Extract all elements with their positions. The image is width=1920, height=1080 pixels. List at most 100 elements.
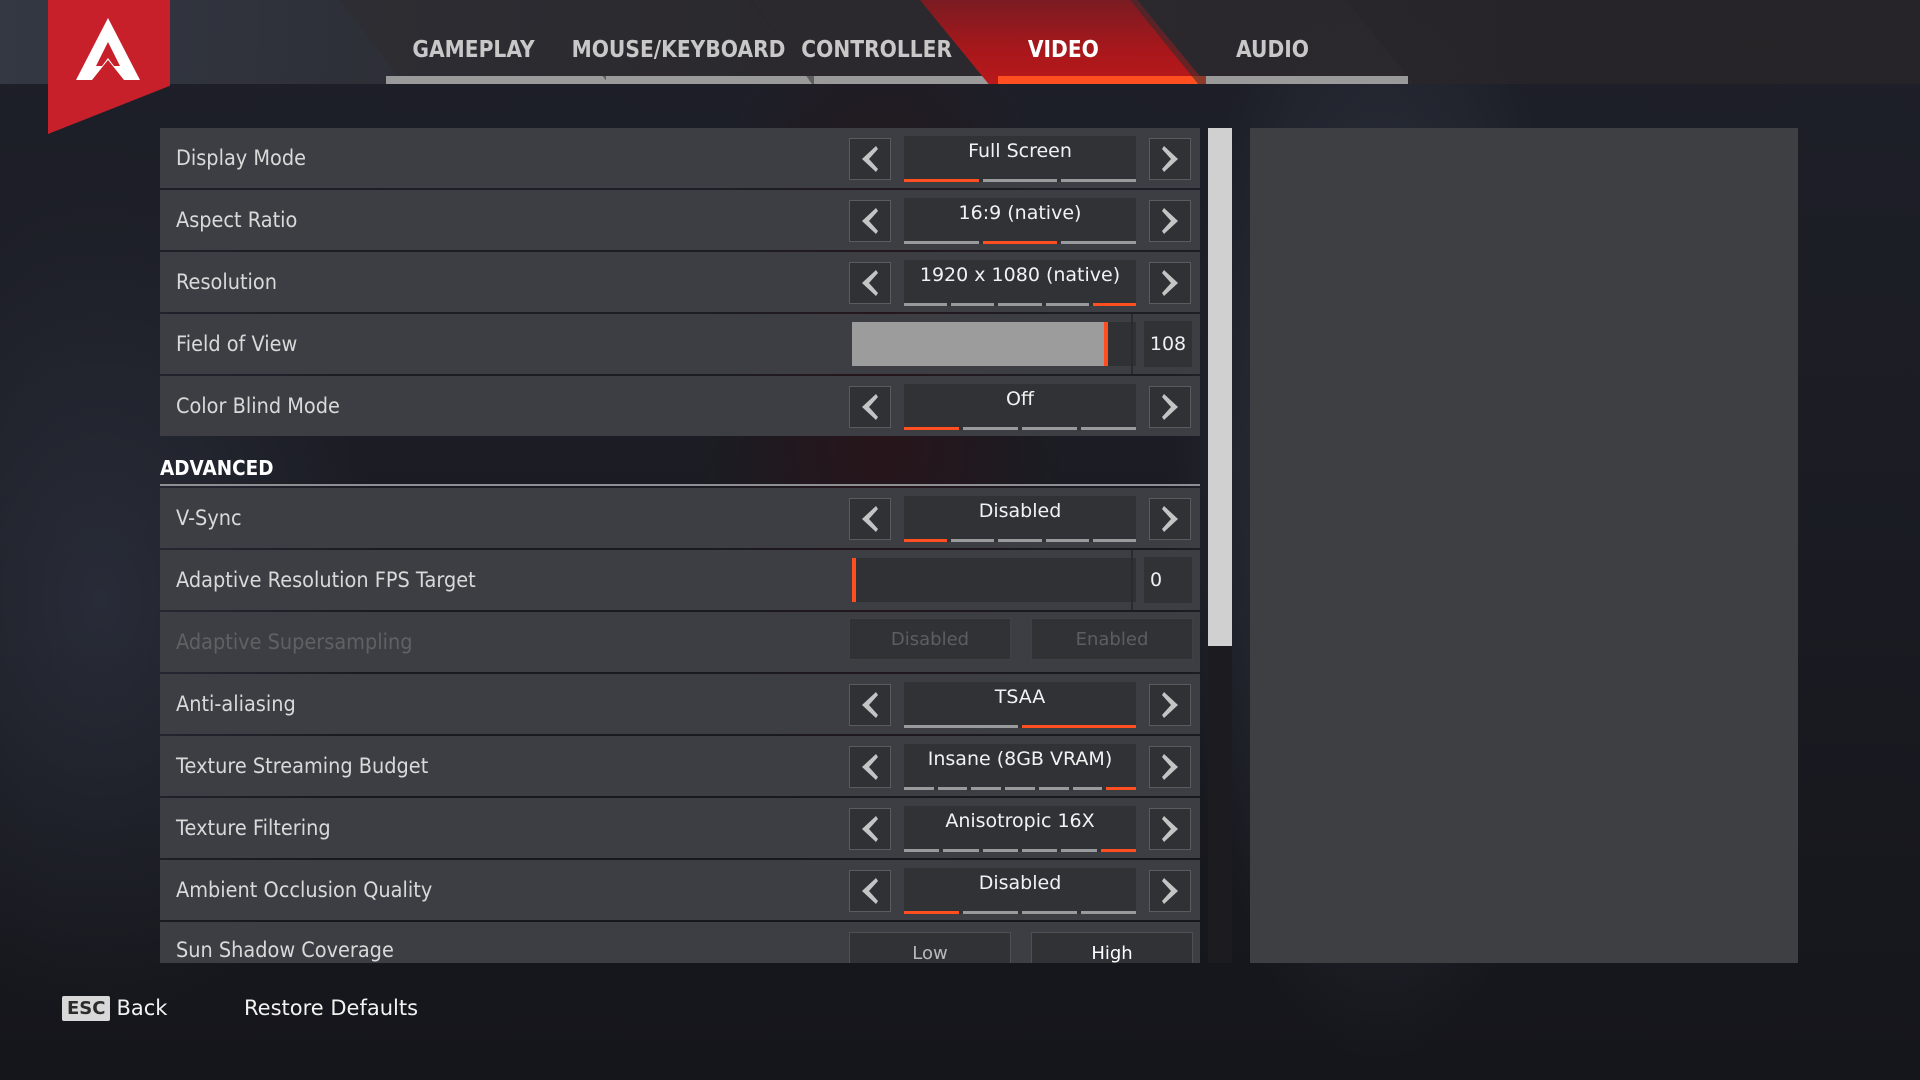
- fov-value-field[interactable]: 108: [1144, 321, 1192, 367]
- setting-label: Texture Filtering: [176, 816, 331, 840]
- setting-label: Field of View: [176, 332, 298, 356]
- option-value: Disabled: [978, 500, 1062, 522]
- previous-option-button[interactable]: [849, 138, 891, 180]
- option-segment: [1100, 849, 1136, 852]
- chevron-left-icon: [862, 146, 878, 172]
- option-value-box: Disabled: [904, 496, 1137, 542]
- next-option-button[interactable]: [1149, 808, 1191, 850]
- setting-label: V-Sync: [176, 506, 242, 530]
- chevron-right-icon: [1162, 878, 1178, 904]
- option-value-box: Full Screen: [904, 136, 1137, 182]
- setting-row-v-sync: V-Sync Disabled: [160, 488, 1200, 548]
- setting-label: Color Blind Mode: [176, 394, 340, 418]
- scrollbar-thumb[interactable]: [1208, 128, 1232, 646]
- previous-option-button[interactable]: [849, 386, 891, 428]
- divider: [1131, 314, 1133, 374]
- setting-label: Ambient Occlusion Quality: [176, 878, 433, 902]
- settings-scrollbar[interactable]: [1208, 128, 1232, 963]
- option-segment: [982, 241, 1058, 244]
- option-segment: [904, 787, 934, 790]
- next-option-button[interactable]: [1149, 200, 1191, 242]
- option-segment: [937, 787, 968, 790]
- option-value-box: 16:9 (native): [904, 198, 1137, 244]
- option-indicator: [904, 539, 1137, 542]
- slider-handle[interactable]: [852, 558, 856, 602]
- option-indicator: [904, 725, 1136, 728]
- option-value: Anisotropic 16X: [945, 810, 1095, 832]
- footer-back: ESC Back: [62, 990, 167, 1026]
- chevron-left-icon: [862, 754, 878, 780]
- previous-option-button[interactable]: [849, 746, 891, 788]
- supersampling-disabled-button: Disabled: [849, 618, 1011, 660]
- option-indicator: [904, 787, 1137, 790]
- previous-option-button[interactable]: [849, 262, 891, 304]
- chevron-right-icon: [1162, 692, 1178, 718]
- chevron-right-icon: [1162, 506, 1178, 532]
- fov-slider[interactable]: [852, 322, 1136, 366]
- option-segment: [904, 539, 948, 542]
- previous-option-button[interactable]: [849, 200, 891, 242]
- option-value-box: 1920 x 1080 (native): [904, 260, 1137, 306]
- next-option-button[interactable]: [1149, 870, 1191, 912]
- option-segment: [1022, 725, 1136, 728]
- chevron-right-icon: [1162, 270, 1178, 296]
- next-option-button[interactable]: [1149, 262, 1191, 304]
- chevron-left-icon: [862, 816, 878, 842]
- setting-row-aspect-ratio: Aspect Ratio 16:9 (native): [160, 190, 1200, 250]
- tab-label: GAMEPLAY: [412, 37, 536, 63]
- option-indicator: [904, 303, 1137, 306]
- tab-label: AUDIO: [1235, 37, 1309, 63]
- esc-key-icon: ESC: [62, 995, 111, 1021]
- back-button[interactable]: ESC Back: [62, 995, 168, 1021]
- sun-shadow-low-button[interactable]: Low: [849, 932, 1011, 963]
- option-segment: [904, 179, 979, 182]
- previous-option-button[interactable]: [849, 684, 891, 726]
- next-option-button[interactable]: [1149, 498, 1191, 540]
- option-segment: [951, 303, 995, 306]
- adaptive-resolution-value-field[interactable]: 0: [1144, 557, 1192, 603]
- option-segment: [904, 725, 1018, 728]
- option-segment: [943, 849, 979, 852]
- option-segment: [1092, 303, 1137, 306]
- next-option-button[interactable]: [1149, 746, 1191, 788]
- setting-label: Adaptive Supersampling: [176, 630, 413, 654]
- back-label: Back: [116, 996, 168, 1020]
- setting-label: Display Mode: [176, 146, 307, 170]
- option-value-box: Insane (8GB VRAM): [904, 744, 1137, 790]
- option-segment: [904, 427, 959, 430]
- previous-option-button[interactable]: [849, 808, 891, 850]
- game-logo-banner: [48, 0, 170, 134]
- chevron-left-icon: [862, 270, 878, 296]
- video-settings-list: Display Mode Full Screen Aspect Ratio 16…: [160, 128, 1200, 963]
- option-indicator: [904, 849, 1136, 852]
- tab-audio[interactable]: AUDIO: [1130, 0, 1414, 84]
- previous-option-button[interactable]: [849, 870, 891, 912]
- setting-row-adaptive-resolution-fps-target: Adaptive Resolution FPS Target 0: [160, 550, 1200, 610]
- setting-description-panel: [1250, 128, 1798, 963]
- previous-option-button[interactable]: [849, 498, 891, 540]
- option-indicator: [904, 427, 1136, 430]
- restore-defaults-button[interactable]: Restore Defaults: [244, 990, 418, 1026]
- chevron-left-icon: [862, 878, 878, 904]
- next-option-button[interactable]: [1149, 386, 1191, 428]
- slider-handle[interactable]: [1104, 322, 1108, 366]
- setting-label: Sun Shadow Coverage: [176, 938, 394, 962]
- settings-tabs: GAMEPLAY MOUSE/KEYBOARD CONTROLLER VIDEO…: [0, 0, 1920, 90]
- option-segment: [1092, 539, 1137, 542]
- tab-label: VIDEO: [1027, 37, 1099, 63]
- next-option-button[interactable]: [1149, 138, 1191, 180]
- option-segment: [904, 303, 948, 306]
- adaptive-resolution-slider[interactable]: [852, 558, 1136, 602]
- option-segment: [904, 241, 979, 244]
- option-indicator: [904, 911, 1136, 914]
- next-option-button[interactable]: [1149, 684, 1191, 726]
- option-segment: [1072, 787, 1103, 790]
- option-segment: [1061, 849, 1097, 852]
- option-segment: [951, 539, 995, 542]
- setting-row-color-blind-mode: Color Blind Mode Off: [160, 376, 1200, 436]
- option-segment: [1022, 427, 1077, 430]
- option-segment: [998, 539, 1042, 542]
- setting-row-resolution: Resolution 1920 x 1080 (native): [160, 252, 1200, 312]
- sun-shadow-high-button[interactable]: High: [1031, 932, 1193, 963]
- option-segment: [963, 427, 1018, 430]
